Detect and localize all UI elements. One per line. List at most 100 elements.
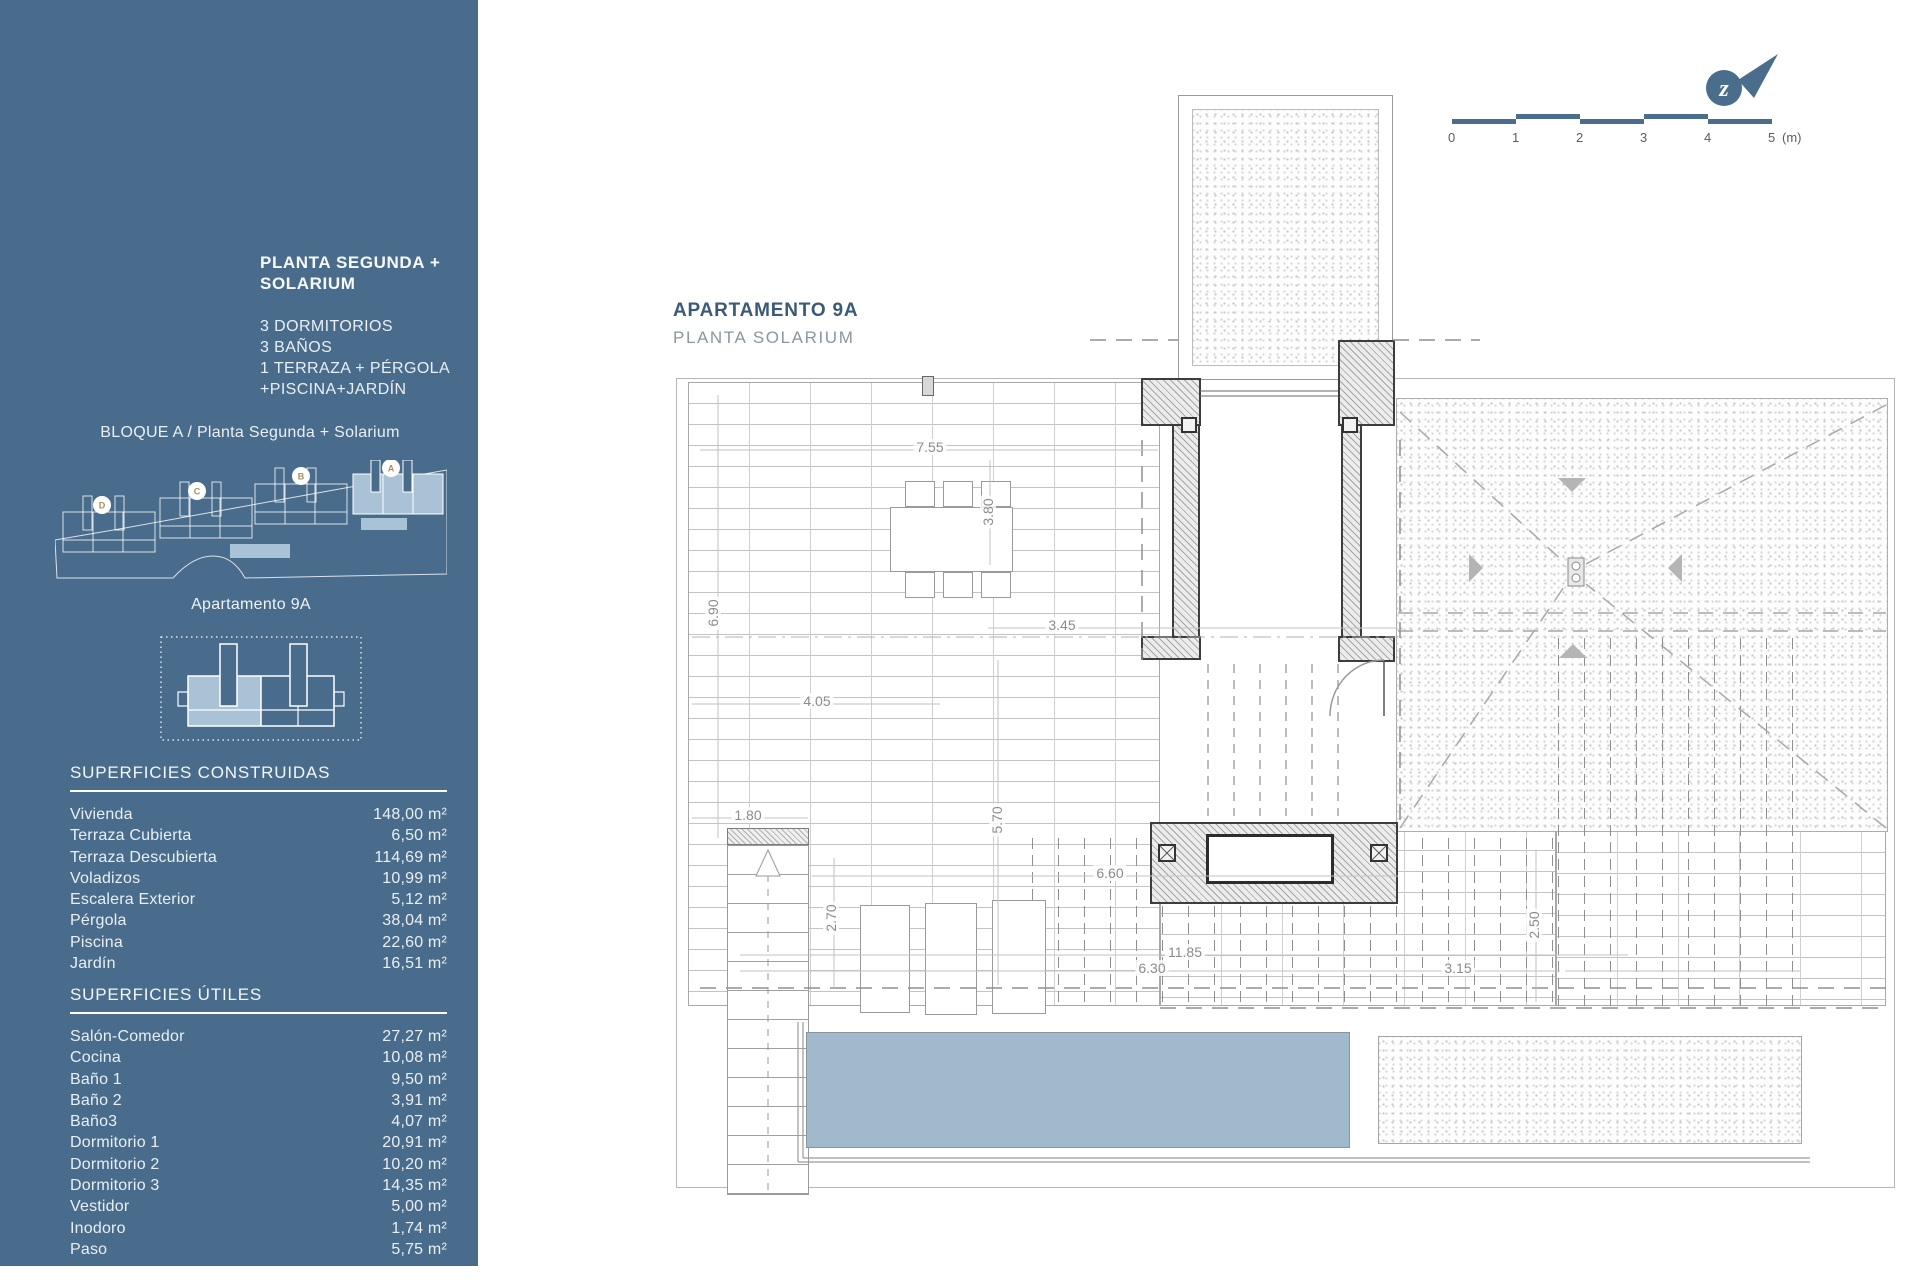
chair: [905, 572, 935, 598]
row-label: Terraza Descubierta: [70, 849, 217, 870]
apartment-unit-icon: [160, 636, 362, 741]
feature-item: 3 DORMITORIOS: [260, 316, 450, 337]
scale-segment: [1452, 119, 1516, 124]
site-mini-map: D C B A: [55, 460, 447, 585]
brochure-page: 7.55 3.80 6.90 3.45 4.05 1.80 5.70 2.70 …: [0, 0, 1920, 1280]
table-row: Dormitorio 120,91 m²: [70, 1134, 447, 1155]
scale-unit: (m): [1782, 130, 1802, 145]
svg-text:B: B: [298, 472, 305, 482]
row-value: 4,07 m²: [391, 1113, 447, 1134]
exterior-staircase: [727, 845, 809, 1195]
table-row: Terraza Cubierta 6,50 m²: [70, 827, 447, 848]
row-value: 10,08 m²: [382, 1049, 447, 1070]
core-wall: [1341, 424, 1362, 659]
dimension-label: 2.50: [1526, 908, 1542, 941]
chair: [943, 572, 973, 598]
table-row: Baño3 4,07 m²: [70, 1113, 447, 1134]
table-row: Dormitorio 3 14,35 m²: [70, 1177, 447, 1198]
north-compass-icon: z: [1700, 50, 1784, 114]
table-row: Pérgola 38,04 m²: [70, 912, 447, 933]
table-row: Voladizos 10,99 m²: [70, 870, 447, 891]
chair: [943, 481, 973, 507]
chair: [905, 481, 935, 507]
row-value: 5,75 m²: [391, 1241, 447, 1262]
row-value: 10,20 m²: [382, 1156, 447, 1177]
useful-heading: SUPERFICIES ÚTILES: [70, 985, 447, 1014]
pergola-slats: [1558, 638, 1802, 1006]
core-wall: [1172, 424, 1200, 659]
svg-text:D: D: [99, 501, 106, 511]
table-row: Inodoro 1,74 m²: [70, 1220, 447, 1241]
row-label: Voladizos: [70, 870, 140, 891]
table-row: Escalera Exterior5,12 m²: [70, 891, 447, 912]
row-value: 6,50 m²: [391, 827, 447, 848]
table-row: Baño 1 9,50 m²: [70, 1071, 447, 1092]
useful-table: Salón-Comedor27,27 m² Cocina10,08 m² Bañ…: [70, 1028, 447, 1262]
row-label: Dormitorio 2: [70, 1156, 160, 1177]
row-value: 5,12 m²: [391, 891, 447, 912]
swimming-pool: [806, 1032, 1350, 1148]
row-label: Terraza Cubierta: [70, 827, 191, 848]
row-label: Piscina: [70, 934, 123, 955]
scale-bar: 0 1 2 3 4 5 (m): [1452, 114, 1792, 154]
dimension-label: 11.85: [1165, 944, 1205, 960]
row-value: 27,27 m²: [382, 1028, 447, 1049]
scale-label: 1: [1512, 130, 1519, 145]
scale-segment: [1516, 114, 1580, 119]
plan-title: APARTAMENTO 9A: [673, 300, 858, 322]
svg-text:A: A: [388, 464, 395, 474]
scale-label: 5: [1768, 130, 1775, 145]
scale-label: 3: [1640, 130, 1647, 145]
dimension-label: 6.30: [1135, 960, 1168, 976]
scale-segment: [1644, 114, 1708, 119]
constructed-table: Vivienda 148,00 m² Terraza Cubierta 6,50 m…: [70, 806, 447, 976]
row-value: 148,00 m²: [373, 806, 447, 827]
garden-area: [1378, 1036, 1802, 1144]
dimension-label: 6.60: [1093, 865, 1126, 881]
constructed-heading: SUPERFICIES CONSTRUIDAS: [70, 763, 447, 792]
stairwell-opening: [1206, 834, 1334, 884]
row-value: 14,35 m²: [382, 1177, 447, 1198]
table-row: Cocina 10,08 m²: [70, 1049, 447, 1070]
column: [1158, 844, 1176, 862]
row-label: Baño3: [70, 1113, 117, 1134]
column: [1342, 417, 1358, 433]
scale-label: 4: [1704, 130, 1711, 145]
sun-lounger: [925, 903, 977, 1015]
feature-item: +PISCINA+JARDÍN: [260, 379, 450, 400]
core-wall: [1338, 636, 1395, 662]
feature-list: 3 DORMITORIOS 3 BAÑOS 1 TERRAZA + PÉRGOL…: [260, 316, 450, 400]
row-value: 9,50 m²: [391, 1071, 447, 1092]
table-row: Dormitorio 2 10,20 m²: [70, 1156, 447, 1177]
table-row: Vivienda 148,00 m²: [70, 806, 447, 827]
info-sidebar: PLANTA SEGUNDA + SOLARIUM 3 DORMITORIOS …: [0, 0, 478, 1266]
row-label: Baño 1: [70, 1071, 122, 1092]
row-label: Baño 2: [70, 1092, 122, 1113]
row-label: Dormitorio 1: [70, 1134, 160, 1155]
row-label: Pérgola: [70, 912, 127, 933]
svg-text:z: z: [1718, 76, 1729, 102]
row-label: Inodoro: [70, 1220, 126, 1241]
dimension-label: 2.70: [823, 901, 839, 934]
row-value: 38,04 m²: [382, 912, 447, 933]
scale-label: 2: [1576, 130, 1583, 145]
row-label: Paso: [70, 1241, 107, 1262]
table-row: Baño 23,91 m²: [70, 1092, 447, 1113]
sun-lounger: [860, 905, 910, 1013]
row-value: 1,74 m²: [391, 1220, 447, 1241]
dimension-label: 1.80: [731, 807, 764, 823]
table-row: Vestidor5,00 m²: [70, 1198, 447, 1219]
table-row: Terraza Descubierta 114,69 m²: [70, 849, 447, 870]
row-value: 114,69 m²: [374, 849, 447, 870]
table-row: Jardín16,51 m²: [70, 955, 447, 976]
row-label: Cocina: [70, 1049, 121, 1070]
scale-label: 0: [1448, 130, 1455, 145]
row-value: 10,99 m²: [382, 870, 447, 891]
row-label: Dormitorio 3: [70, 1177, 160, 1198]
svg-text:C: C: [194, 487, 201, 497]
row-value: 16,51 m²: [382, 955, 447, 976]
stair-tower: [1178, 95, 1393, 380]
row-value: 5,00 m²: [391, 1198, 447, 1219]
dimension-label: 4.05: [800, 693, 833, 709]
row-label: Vivienda: [70, 806, 133, 827]
